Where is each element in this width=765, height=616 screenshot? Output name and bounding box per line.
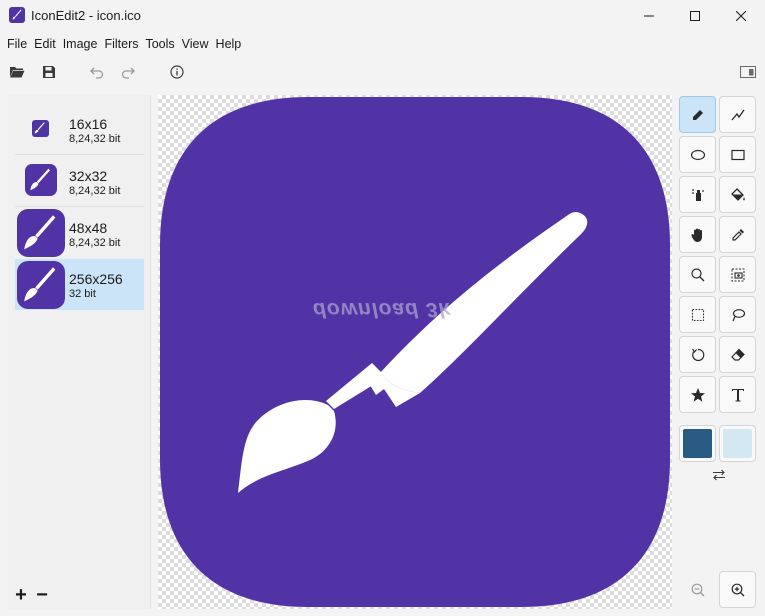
rotate-icon — [691, 348, 704, 361]
menu-tools[interactable]: Tools — [145, 33, 174, 55]
star-tool[interactable] — [679, 376, 716, 413]
menu-filters[interactable]: Filters — [104, 33, 138, 55]
info-icon[interactable] — [166, 62, 188, 82]
fill-tool[interactable] — [719, 176, 756, 213]
color-picker-icon — [731, 228, 744, 241]
zoom-in-icon — [731, 583, 744, 596]
lasso-tool[interactable] — [719, 296, 756, 333]
size-item-bits: 32 bit — [69, 288, 96, 300]
size-item-label: 48x48 — [69, 220, 108, 236]
size-item-16[interactable]: 16x16 8,24,32 bit — [15, 102, 144, 154]
remove-size-button[interactable]: − — [33, 584, 51, 606]
ellipse-tool[interactable] — [679, 136, 716, 173]
pencil-icon — [692, 109, 703, 120]
icon-thumbnail — [32, 120, 49, 137]
window-title: IconEdit2 - icon.ico — [31, 8, 141, 23]
add-size-button[interactable]: + — [12, 584, 30, 606]
hand-tool[interactable] — [679, 216, 716, 253]
menu-image[interactable]: Image — [63, 33, 98, 55]
pencil-tool[interactable] — [679, 96, 716, 133]
size-item-48[interactable]: 48x48 8,24,32 bit — [15, 207, 144, 258]
rotate-tool[interactable] — [679, 336, 716, 373]
star-icon — [690, 387, 705, 402]
text-icon — [731, 388, 744, 401]
icon-thumbnail — [25, 164, 57, 196]
zoom-out-button[interactable] — [679, 571, 716, 608]
eraser-icon — [730, 348, 745, 361]
color-picker-tool[interactable] — [719, 216, 756, 253]
size-item-label: 32x32 — [69, 168, 108, 184]
screen-capture-icon — [731, 268, 744, 281]
menu-help[interactable]: Help — [216, 33, 242, 55]
size-item-32[interactable]: 32x32 8,24,32 bit — [15, 155, 144, 206]
fill-bucket-icon — [730, 187, 745, 201]
close-button[interactable] — [718, 0, 764, 32]
rectangle-icon — [730, 149, 745, 160]
editor-canvas[interactable] — [158, 95, 672, 609]
undo-icon[interactable] — [86, 62, 108, 82]
size-item-256[interactable]: 256x256 32 bit — [15, 259, 144, 310]
line-icon — [731, 109, 745, 120]
title-bar: IconEdit2 - icon.ico — [0, 0, 765, 32]
menu-edit[interactable]: Edit — [34, 33, 56, 55]
minimize-button[interactable] — [626, 0, 672, 32]
panel-toggle-icon[interactable] — [737, 62, 759, 82]
secondary-color — [723, 429, 752, 458]
icon-thumbnail — [17, 209, 65, 257]
save-icon[interactable] — [38, 62, 60, 82]
zoom-icon — [690, 267, 704, 281]
hand-icon — [690, 228, 702, 242]
size-item-label: 16x16 — [69, 116, 108, 132]
swap-colors-icon[interactable] — [710, 467, 728, 483]
ellipse-icon — [690, 149, 705, 160]
text-tool[interactable] — [719, 376, 756, 413]
icon-thumbnail — [17, 261, 65, 309]
open-folder-icon[interactable] — [6, 62, 28, 82]
sizes-panel: 16x16 8,24,32 bit 32x32 8,24,32 bit 48x4… — [8, 95, 151, 609]
spray-icon — [691, 188, 704, 201]
menu-view[interactable]: View — [182, 33, 209, 55]
app-icon — [9, 7, 25, 23]
zoom-tool[interactable] — [679, 256, 716, 293]
eraser-tool[interactable] — [719, 336, 756, 373]
zoom-out-icon — [691, 583, 704, 596]
maximize-button[interactable] — [672, 0, 718, 32]
menu-file[interactable]: File — [7, 33, 27, 55]
line-tool[interactable] — [719, 96, 756, 133]
screen-capture-tool[interactable] — [719, 256, 756, 293]
icon-artwork — [160, 97, 670, 607]
rectangle-tool[interactable] — [719, 136, 756, 173]
size-item-bits: 8,24,32 bit — [69, 185, 121, 197]
primary-color — [683, 429, 712, 458]
size-item-label: 256x256 — [69, 271, 123, 287]
primary-color-swatch[interactable] — [679, 425, 716, 462]
redo-icon[interactable] — [117, 62, 139, 82]
zoom-in-button[interactable] — [719, 571, 756, 608]
size-item-bits: 8,24,32 bit — [69, 133, 121, 145]
rectangle-select-tool[interactable] — [679, 296, 716, 333]
menu-bar: File Edit Image Filters Tools View Help — [0, 33, 241, 55]
rectangle-select-icon — [691, 308, 704, 321]
secondary-color-swatch[interactable] — [719, 425, 756, 462]
lasso-icon — [731, 308, 745, 321]
watermark: download 3k — [313, 298, 452, 321]
size-item-bits: 8,24,32 bit — [69, 237, 121, 249]
spray-tool[interactable] — [679, 176, 716, 213]
